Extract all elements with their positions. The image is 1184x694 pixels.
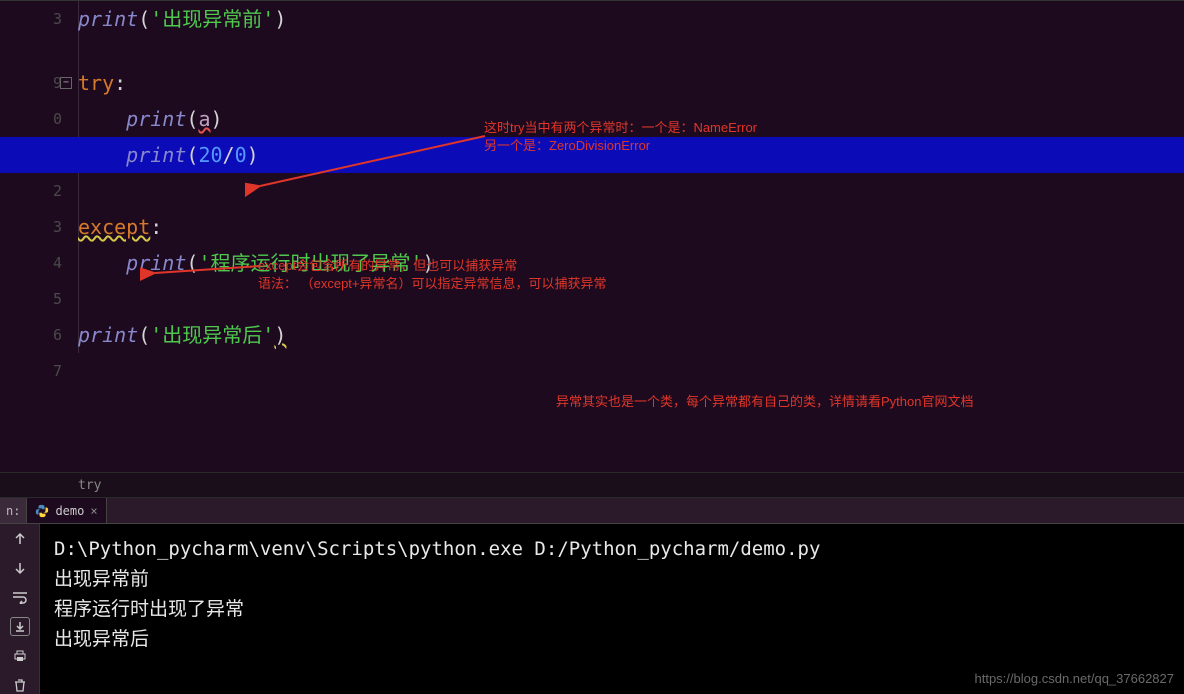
- breadcrumb[interactable]: try: [0, 472, 1184, 498]
- console-toolbar: [0, 524, 40, 694]
- print-icon[interactable]: [10, 646, 30, 665]
- code-line-blank[interactable]: [78, 173, 1184, 209]
- console-panel: D:\Python_pycharm\venv\Scripts\python.ex…: [0, 524, 1184, 694]
- arrow-down-icon[interactable]: [10, 559, 30, 578]
- console-line: 出现异常前: [54, 564, 1170, 594]
- fold-column: − −: [58, 1, 76, 472]
- run-label: n:: [0, 498, 27, 523]
- code-editor[interactable]: 3 9 0 1 2 3 4 5 6 7 − − print('出现异常前') t…: [0, 0, 1184, 472]
- console-output[interactable]: D:\Python_pycharm\venv\Scripts\python.ex…: [40, 524, 1184, 694]
- close-icon[interactable]: ×: [90, 504, 97, 518]
- code-line[interactable]: print('出现异常后'): [78, 317, 1184, 353]
- code-line-blank[interactable]: [78, 37, 1184, 65]
- code-line[interactable]: except:: [78, 209, 1184, 245]
- annotation-3: 异常其实也是一个类，每个异常都有自己的类，详情请看Python官网文档: [556, 393, 973, 411]
- run-tab[interactable]: demo ×: [27, 498, 106, 523]
- trash-icon[interactable]: [10, 675, 30, 694]
- code-line[interactable]: try:: [78, 65, 1184, 101]
- annotation-1: 这时try当中有两个异常时：一个是：NameError 另一个是：ZeroDiv…: [484, 119, 757, 155]
- python-icon: [35, 504, 49, 518]
- fold-marker-try[interactable]: −: [60, 77, 72, 89]
- scroll-to-end-icon[interactable]: [10, 617, 30, 636]
- soft-wrap-icon[interactable]: [10, 588, 30, 607]
- console-line: 出现异常后: [54, 624, 1170, 654]
- annotation-2: except会包含所有的异常，但也可以捕获异常 语法： （except+异常名）…: [258, 257, 607, 293]
- code-line-blank[interactable]: [78, 281, 1184, 317]
- run-tab-bar: n: demo ×: [0, 498, 1184, 524]
- console-line: D:\Python_pycharm\venv\Scripts\python.ex…: [54, 534, 1170, 564]
- arrow-up-icon[interactable]: [10, 530, 30, 549]
- breadcrumb-item[interactable]: try: [78, 478, 101, 493]
- run-tab-name: demo: [55, 504, 84, 518]
- code-line[interactable]: print('程序运行时出现了异常'): [78, 245, 1184, 281]
- code-line[interactable]: print('出现异常前'): [78, 1, 1184, 37]
- watermark: https://blog.csdn.net/qq_37662827: [975, 671, 1175, 686]
- console-line: 程序运行时出现了异常: [54, 594, 1170, 624]
